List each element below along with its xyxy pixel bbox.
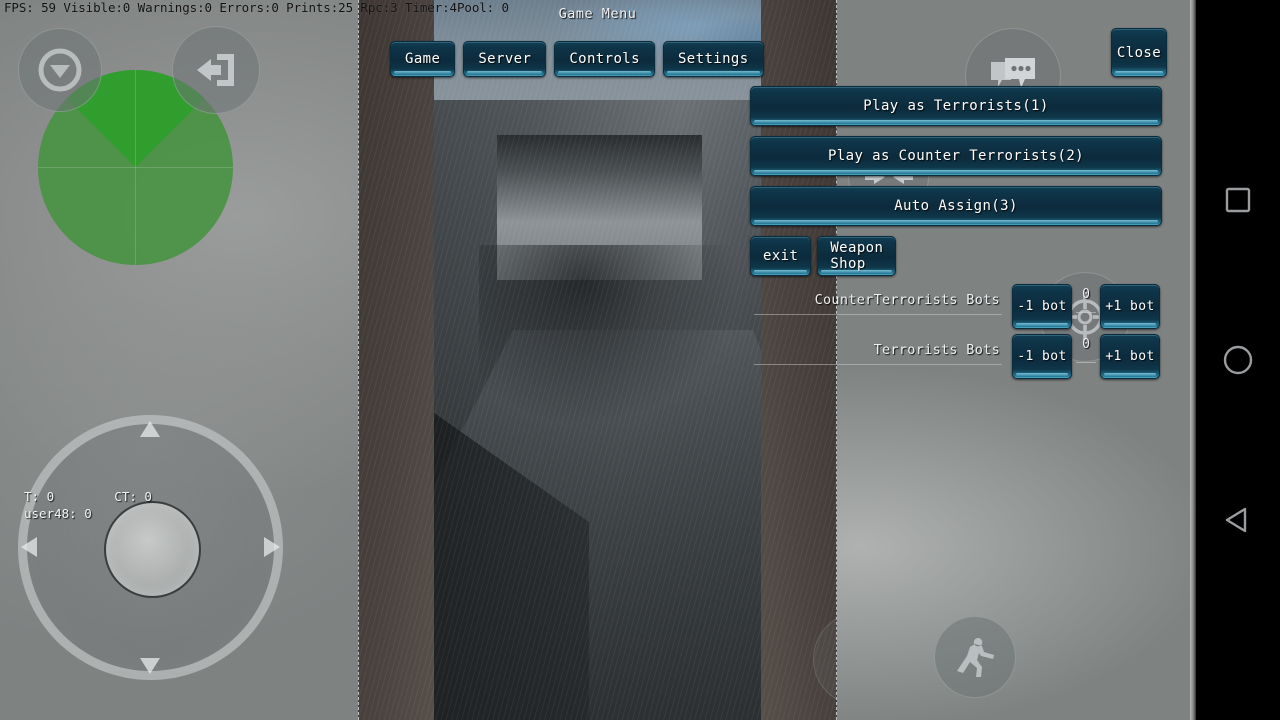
- tab-game[interactable]: Game: [390, 41, 456, 77]
- counter-terrorists-bots-row: CounterTerrorists Bots -1 bot 0 +1 bot: [750, 284, 1162, 336]
- play-as-terrorists-button[interactable]: Play as Terrorists(1): [750, 86, 1162, 126]
- page-title: Game Menu: [558, 6, 637, 22]
- game-menu-panel: Game Menu Game Server Controls Settings …: [358, 0, 1167, 395]
- auto-assign-button[interactable]: Auto Assign(3): [750, 186, 1162, 226]
- weapon-shop-button[interactable]: Weapon Shop: [817, 236, 897, 276]
- android-nav-bar: [1196, 0, 1280, 720]
- joystick-arrow-left-icon: [21, 537, 37, 557]
- field-underline: [1076, 362, 1096, 363]
- tab-controls[interactable]: Controls: [554, 41, 655, 77]
- drop-weapon-button[interactable]: [18, 28, 102, 112]
- square-icon: [1225, 187, 1251, 213]
- menu-tab-bar: Game Server Controls Settings: [390, 41, 764, 77]
- nav-recents-button[interactable]: [1196, 170, 1280, 230]
- tab-settings[interactable]: Settings: [662, 41, 764, 77]
- circle-icon: [1223, 345, 1253, 375]
- nav-back-button[interactable]: [1196, 490, 1280, 550]
- joystick-arrow-right-icon: [264, 537, 280, 557]
- tab-server[interactable]: Server: [463, 41, 547, 77]
- crouch-button[interactable]: [934, 616, 1016, 698]
- exit-game-button[interactable]: [172, 26, 260, 114]
- terrorists-bots-row: Terrorists Bots -1 bot 0 +1 bot: [750, 334, 1162, 386]
- movement-joystick[interactable]: [18, 415, 283, 680]
- t-bots-count: 0: [1082, 337, 1090, 352]
- t-bots-increment-button[interactable]: +1 bot: [1100, 334, 1160, 379]
- triangle-back-icon: [1225, 507, 1247, 533]
- field-underline: [1076, 312, 1096, 313]
- chevron-down-circle-icon: [38, 48, 82, 92]
- exit-button[interactable]: exit: [750, 236, 812, 276]
- joystick-arrow-down-icon: [140, 658, 160, 674]
- field-underline: [754, 314, 1002, 315]
- t-bots-decrement-button[interactable]: -1 bot: [1012, 334, 1072, 379]
- terrorists-bots-label: Terrorists Bots: [873, 342, 1000, 358]
- joystick-thumb[interactable]: [104, 501, 201, 598]
- secondary-button-row: exit Weapon Shop: [750, 236, 897, 276]
- ct-bots-decrement-button[interactable]: -1 bot: [1012, 284, 1072, 329]
- ct-bots-count: 0: [1082, 287, 1090, 302]
- eye-icon: [834, 633, 837, 685]
- play-as-counter-terrorists-button[interactable]: Play as Counter Terrorists(2): [750, 136, 1162, 176]
- crouch-soldier-icon: [957, 638, 994, 677]
- close-button[interactable]: Close: [1111, 28, 1167, 77]
- screen-root: Game Menu Game Server Controls Settings …: [0, 0, 1280, 720]
- field-underline: [754, 364, 1002, 365]
- nav-home-button[interactable]: [1196, 330, 1280, 390]
- counter-terrorists-bots-label: CounterTerrorists Bots: [814, 292, 1000, 308]
- ct-bots-increment-button[interactable]: +1 bot: [1100, 284, 1160, 329]
- exit-door-icon: [197, 54, 234, 86]
- joystick-arrow-up-icon: [140, 421, 160, 437]
- radar-crosshair-line: [135, 70, 136, 265]
